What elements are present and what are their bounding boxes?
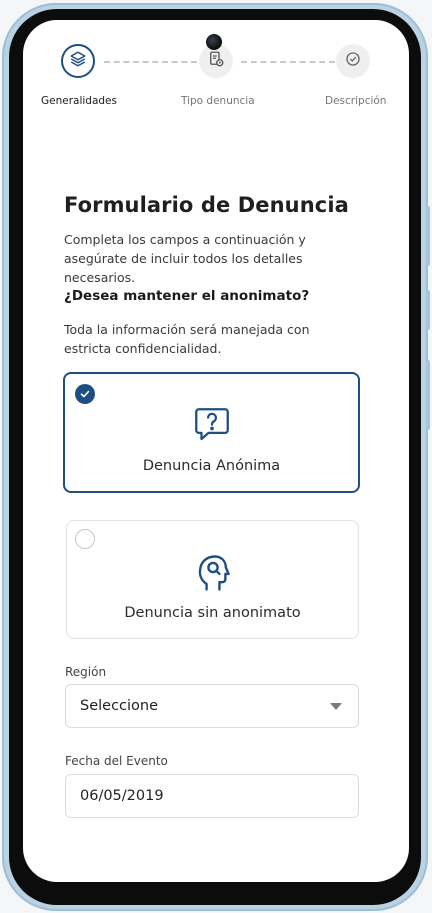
region-label: Región (65, 665, 107, 679)
head-search-icon (191, 551, 235, 599)
document-clock-icon (207, 50, 225, 72)
event-date-label: Fecha del Evento (65, 754, 168, 768)
layers-icon (69, 50, 87, 72)
check-circle-icon (344, 50, 362, 72)
step-label-generalidades: Generalidades (41, 95, 117, 107)
region-select-value: Seleccione (80, 698, 159, 714)
step-label-tipo-denuncia: Tipo denuncia (181, 95, 255, 107)
event-date-input[interactable]: 06/05/2019 (65, 774, 359, 818)
volume-button (426, 206, 430, 266)
region-select[interactable]: Seleccione (65, 684, 359, 728)
event-date-value: 06/05/2019 (80, 788, 164, 804)
power-button (426, 290, 430, 330)
app-screen: Generalidades Tipo denuncia Descripción … (23, 20, 409, 882)
confidentiality-note: Toda la información será manejada con es… (64, 322, 310, 356)
front-camera (206, 34, 222, 50)
question-bubble-icon (191, 404, 233, 450)
step-descripcion[interactable] (336, 44, 370, 78)
form-description: Completa los campos a continuación y ase… (64, 232, 306, 285)
option-anonymous-label: Denuncia Anónima (142, 458, 281, 474)
anonymity-question: ¿Desea mantener el anonimato? (64, 288, 310, 304)
step-generalidades[interactable] (61, 44, 95, 78)
option-identified-label: Denuncia sin anonimato (124, 605, 301, 621)
caret-down-icon (330, 703, 342, 710)
step-label-descripcion: Descripción (325, 95, 387, 107)
radio-unselected[interactable] (75, 529, 95, 549)
option-identified-card[interactable]: Denuncia sin anonimato (66, 520, 359, 639)
selected-check-icon (75, 384, 95, 404)
option-anonymous-card[interactable]: Denuncia Anónima (63, 372, 360, 493)
side-button (426, 360, 430, 430)
stepper-connector (241, 61, 335, 63)
stepper-connector (104, 61, 197, 63)
page-title: Formulario de Denuncia (64, 193, 349, 217)
